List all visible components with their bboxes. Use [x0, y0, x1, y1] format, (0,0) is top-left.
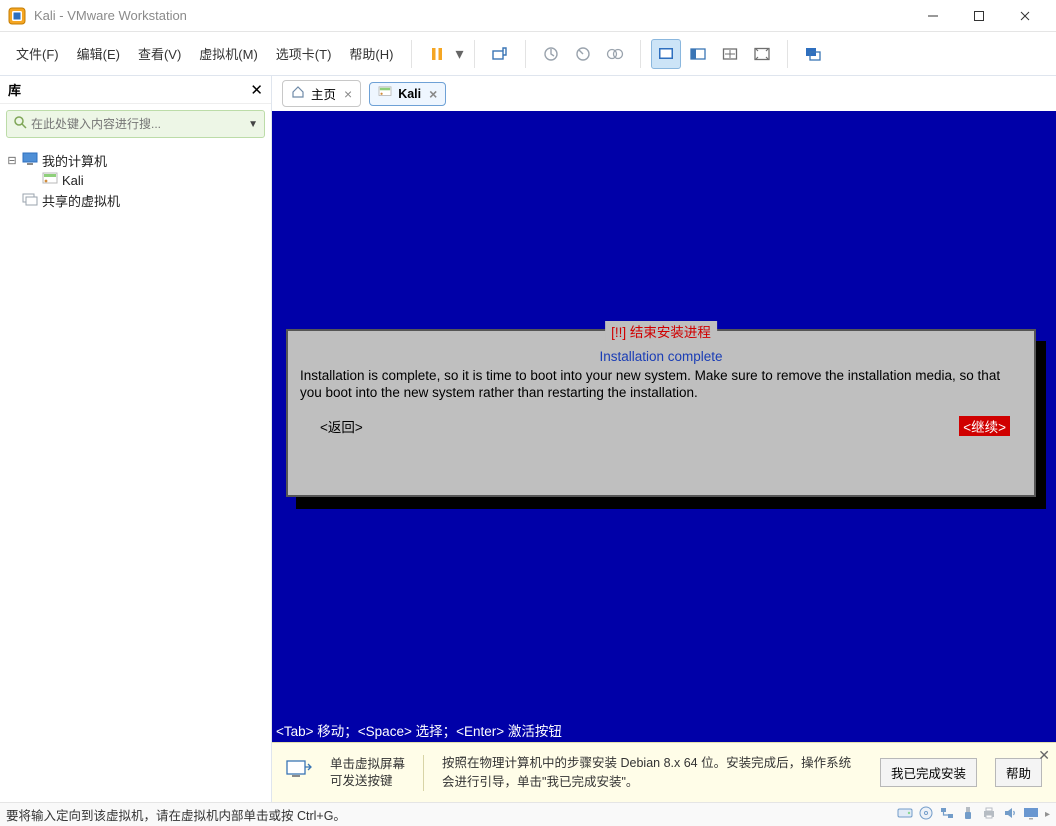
library-close-icon[interactable]: ✕ — [250, 81, 263, 99]
vm-icon — [42, 172, 58, 189]
tree-my-computer[interactable]: ⊟ 我的计算机 — [4, 150, 267, 171]
printer-icon[interactable] — [981, 806, 997, 823]
display-icon[interactable] — [1023, 806, 1039, 823]
library-search[interactable]: ▼ — [6, 110, 265, 138]
device-tray: ▸ — [897, 806, 1050, 823]
minimize-button[interactable] — [910, 0, 956, 32]
install-done-button[interactable]: 我已完成安装 — [880, 758, 977, 787]
menubar: 文件(F) 编辑(E) 查看(V) 虚拟机(M) 选项卡(T) 帮助(H) ▾ — [0, 32, 1056, 76]
power-dropdown[interactable]: ▾ — [454, 44, 464, 64]
send-ctrlaltdel-button[interactable] — [485, 39, 515, 69]
status-message: 要将输入定向到该虚拟机，请在虚拟机内部单击或按 Ctrl+G。 — [6, 805, 897, 824]
show-console-button[interactable] — [651, 39, 681, 69]
helper-instructions: 按照在物理计算机中的步骤安装 Debian 8.x 64 位。安装完成后，操作系… — [442, 754, 862, 790]
home-icon — [291, 85, 305, 102]
installer-continue-button[interactable]: <继续> — [959, 416, 1010, 436]
maximize-button[interactable] — [956, 0, 1002, 32]
shared-icon — [22, 192, 38, 209]
network-icon[interactable] — [939, 806, 955, 823]
thumbnail-bar-button[interactable] — [683, 39, 713, 69]
tree-label: 我的计算机 — [42, 151, 107, 170]
menu-help[interactable]: 帮助(H) — [341, 40, 401, 67]
cd-icon[interactable] — [919, 806, 933, 823]
snapshot-button[interactable] — [536, 39, 566, 69]
menu-file[interactable]: 文件(F) — [8, 40, 67, 67]
installer-frame-title: [!!] 结束安装进程 — [605, 321, 717, 341]
install-helper-bar: 单击虚拟屏幕 可发送按键 按照在物理计算机中的步骤安装 Debian 8.x 6… — [272, 742, 1056, 802]
installer-dialog: [!!] 结束安装进程 Installation complete Instal… — [286, 329, 1036, 497]
tab-close-icon[interactable]: × — [344, 86, 352, 102]
tab-close-icon[interactable]: × — [429, 86, 437, 102]
pause-button[interactable] — [422, 39, 452, 69]
helper-icon — [286, 759, 312, 786]
search-dropdown-icon[interactable]: ▼ — [248, 119, 258, 130]
helper-close-icon[interactable]: ✕ — [1038, 747, 1050, 764]
vm-console[interactable]: [!!] 结束安装进程 Installation complete Instal… — [272, 111, 1056, 742]
fullscreen-button[interactable] — [747, 39, 777, 69]
library-tree: ⊟ 我的计算机 Kali 共享的虚拟机 — [0, 144, 271, 217]
collapse-icon[interactable]: ⊟ — [6, 154, 18, 167]
helper-line1a: 单击虚拟屏幕 — [330, 756, 405, 773]
library-header: 库 — [8, 80, 250, 99]
status-bar: 要将输入定向到该虚拟机，请在虚拟机内部单击或按 Ctrl+G。 ▸ — [0, 802, 1056, 826]
titlebar: Kali - VMware Workstation — [0, 0, 1056, 32]
sound-icon[interactable] — [1003, 806, 1017, 823]
tree-kali[interactable]: Kali — [4, 171, 267, 190]
installer-key-hint: <Tab> 移动；<Space> 选择；<Enter> 激活按钮 — [272, 718, 1056, 742]
installer-subtitle: Installation complete — [288, 349, 1034, 364]
vm-icon — [378, 86, 392, 101]
tab-strip: 主页 × Kali × — [272, 76, 1056, 107]
tab-kali[interactable]: Kali × — [369, 82, 446, 106]
main-area: 库 ✕ ▼ ⊟ 我的计算机 Kali 共 — [0, 76, 1056, 802]
menu-tabs[interactable]: 选项卡(T) — [268, 40, 340, 67]
menu-view[interactable]: 查看(V) — [130, 40, 189, 67]
stretch-button[interactable] — [715, 39, 745, 69]
unity-button[interactable] — [798, 39, 828, 69]
tab-home[interactable]: 主页 × — [282, 80, 361, 107]
app-icon — [8, 7, 26, 25]
library-search-input[interactable] — [31, 117, 248, 131]
installer-back-button[interactable]: <返回> — [320, 416, 363, 436]
library-sidebar: 库 ✕ ▼ ⊟ 我的计算机 Kali 共 — [0, 76, 272, 802]
usb-icon[interactable] — [961, 806, 975, 823]
tray-chevron-icon[interactable]: ▸ — [1045, 809, 1050, 820]
monitor-icon — [22, 152, 38, 169]
install-help-button[interactable]: 帮助 — [995, 758, 1042, 787]
disk-icon[interactable] — [897, 806, 913, 823]
tab-label: 主页 — [311, 84, 336, 103]
tab-label: Kali — [398, 87, 421, 101]
tree-shared[interactable]: 共享的虚拟机 — [4, 190, 267, 211]
menu-edit[interactable]: 编辑(E) — [69, 40, 128, 67]
search-icon — [13, 115, 27, 134]
helper-line1b: 可发送按键 — [330, 773, 405, 790]
installer-body: Installation is complete, so it is time … — [288, 364, 1034, 406]
snapshot-manager-button[interactable] — [600, 39, 630, 69]
menu-vm[interactable]: 虚拟机(M) — [191, 40, 266, 67]
tree-label: Kali — [62, 173, 84, 188]
window-title: Kali - VMware Workstation — [34, 8, 910, 23]
snapshot-revert-button[interactable] — [568, 39, 598, 69]
content-area: 主页 × Kali × [!!] 结束安装进程 Installation com… — [272, 76, 1056, 802]
close-button[interactable] — [1002, 0, 1048, 32]
tree-label: 共享的虚拟机 — [42, 191, 120, 210]
